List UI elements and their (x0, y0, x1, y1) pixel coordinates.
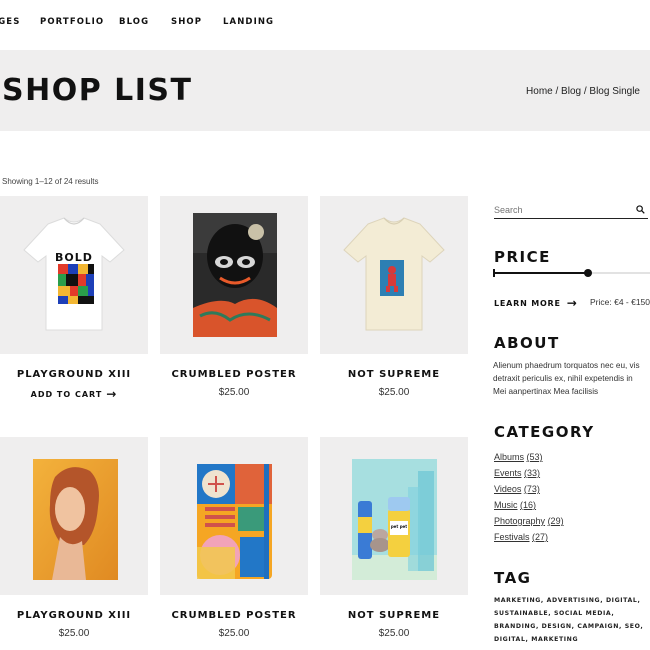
category-count: (73) (523, 484, 540, 494)
category-label[interactable]: Events (494, 468, 522, 478)
about-text: Alienum phaedrum torquatos nec eu, vis d… (493, 361, 640, 396)
category-label[interactable]: Videos (494, 484, 521, 494)
add-to-cart-label: ADD TO CART (30, 390, 103, 399)
product-title[interactable]: NOT SUPREME (320, 369, 468, 380)
price-handle-min[interactable] (493, 269, 495, 277)
category-item[interactable]: Albums (53) (494, 449, 564, 465)
cans-graphic (352, 459, 437, 580)
product-title[interactable]: PLAYGROUND XIII (0, 369, 148, 380)
category-item[interactable]: Photography (29) (494, 513, 564, 529)
tag-item[interactable]: MARKETING (531, 636, 578, 643)
category-heading: CATEGORY (494, 423, 595, 441)
tag-cloud: MARKETING, ADVERTISING, DIGITAL, SUSTAIN… (494, 597, 644, 643)
category-label[interactable]: Albums (494, 452, 524, 462)
tag-item[interactable]: ADVERTISING (547, 597, 601, 604)
category-label[interactable]: Photography (494, 516, 545, 526)
page-title: SHOP LIST (2, 73, 193, 108)
tag-item[interactable]: MEDIA (586, 610, 612, 617)
search-box (494, 200, 648, 219)
page-header-banner: SHOP LIST Home / Blog / Blog Single (0, 50, 650, 131)
product-price: $25.00 (58, 628, 90, 639)
price-range-slider[interactable] (493, 269, 650, 277)
product-price: $25.00 (218, 628, 250, 639)
can-label-text: pet pet (390, 524, 408, 529)
tag-item[interactable]: SOCIAL (554, 610, 583, 617)
product-price: $25.00 (378, 628, 410, 639)
tag-item[interactable]: MARKETING (494, 597, 541, 604)
category-count: (16) (520, 500, 537, 510)
product-title[interactable]: CRUMBLED POSTER (160, 610, 308, 621)
nav-item-landing[interactable]: LANDING (223, 17, 274, 27)
tag-heading: TAG (494, 569, 532, 587)
price-range-text: Price: €4 - €150 (590, 297, 650, 307)
notebook-graphic (197, 464, 272, 579)
add-to-cart-button[interactable]: ADD TO CART → (0, 387, 148, 401)
category-count: (29) (547, 516, 564, 526)
category-label[interactable]: Music (494, 500, 518, 510)
product-image-tshirt-cream[interactable] (320, 196, 468, 354)
category-count: (27) (532, 532, 549, 542)
category-list: Albums (53) Events (33) Videos (73) Musi… (494, 449, 564, 545)
search-input[interactable] (494, 201, 624, 215)
breadcrumb[interactable]: Home / Blog / Blog Single (526, 86, 640, 97)
category-item[interactable]: Music (16) (494, 497, 564, 513)
nav-item-portfolio[interactable]: PORTFOLIO (40, 17, 104, 27)
tshirt-cream-graphic (343, 217, 445, 331)
nav-item-blog[interactable]: BLOG (119, 17, 149, 27)
tshirt-white-graphic (23, 217, 125, 331)
tag-item[interactable]: DIGITAL (606, 597, 638, 604)
tag-item[interactable]: BRANDING (494, 623, 536, 630)
tag-item[interactable]: SUSTAINABLE (494, 610, 548, 617)
product-image-notebook[interactable] (160, 437, 308, 595)
product-title[interactable]: CRUMBLED POSTER (160, 369, 308, 380)
poster-graphic (193, 213, 277, 337)
tag-item[interactable]: SEO (625, 623, 641, 630)
about-heading: ABOUT (494, 334, 560, 352)
nav-item-pages[interactable]: PAGES (0, 17, 20, 27)
tag-item[interactable]: DIGITAL (494, 636, 526, 643)
tshirt-print-text: BOLD (55, 251, 93, 264)
portrait-graphic (33, 459, 118, 580)
category-item[interactable]: Festivals (27) (494, 529, 564, 545)
product-image-tshirt-bold[interactable]: BOLD (0, 196, 148, 354)
category-item[interactable]: Videos (73) (494, 481, 564, 497)
nav-item-shop[interactable]: SHOP (171, 17, 202, 27)
product-image-poster[interactable] (160, 196, 308, 354)
product-image-portrait[interactable] (0, 437, 148, 595)
price-heading: PRICE (494, 248, 551, 266)
category-item[interactable]: Events (33) (494, 465, 564, 481)
product-image-cans[interactable]: pet pet (320, 437, 468, 595)
product-title[interactable]: PLAYGROUND XIII (0, 610, 148, 621)
arrow-right-icon: → (106, 387, 118, 401)
tag-item[interactable]: DESIGN (542, 623, 572, 630)
price-range-fill (494, 272, 588, 274)
tag-item[interactable]: CAMPAIGN (577, 623, 619, 630)
learn-more-button[interactable]: LEARN MORE → (494, 296, 578, 310)
category-count: (53) (526, 452, 543, 462)
learn-more-label: LEARN MORE (494, 299, 561, 308)
category-label[interactable]: Festivals (494, 532, 530, 542)
category-count: (33) (524, 468, 541, 478)
search-icon[interactable] (636, 205, 645, 214)
product-price: $25.00 (218, 387, 250, 398)
product-price: $25.00 (378, 387, 410, 398)
product-title[interactable]: NOT SUPREME (320, 610, 468, 621)
top-navigation: PAGES PORTFOLIO BLOG SHOP LANDING (0, 0, 650, 45)
price-handle-max[interactable] (583, 269, 592, 277)
results-count: Showing 1–12 of 24 results (2, 177, 99, 186)
arrow-right-icon: → (566, 296, 578, 310)
